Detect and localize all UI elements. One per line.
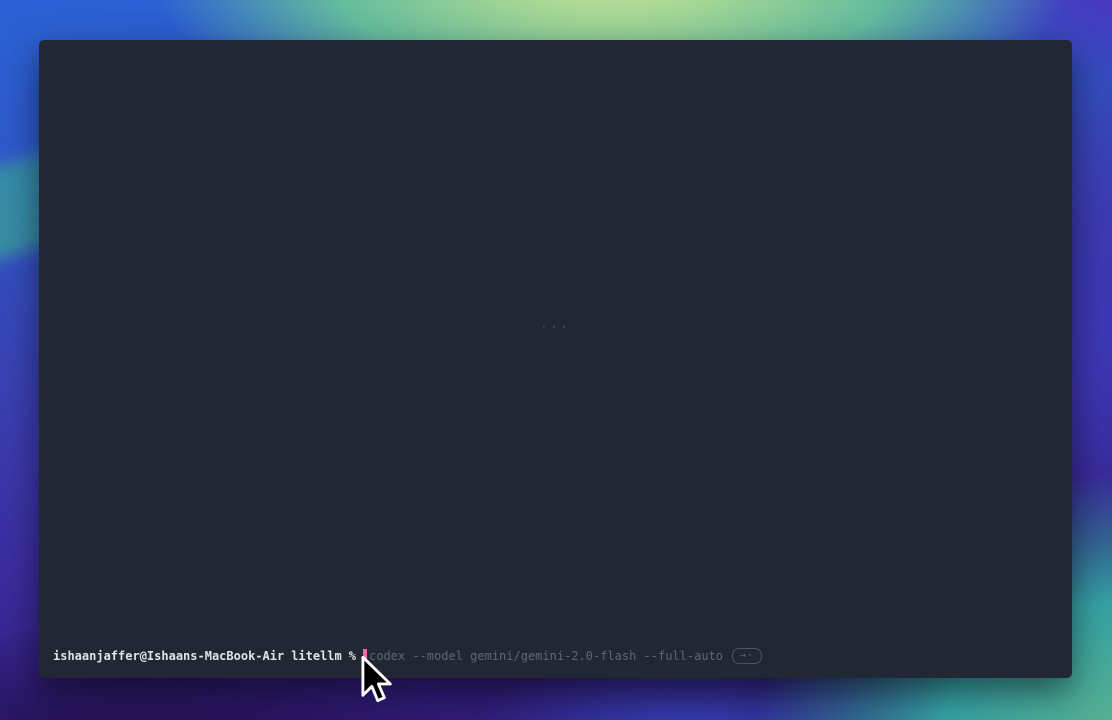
terminal-window[interactable]: ··· ishaanjaffer@Ishaans-MacBook-Air lit… <box>39 40 1072 678</box>
loading-indicator: ··· <box>540 320 571 334</box>
prompt-directory: litellm <box>291 648 342 664</box>
prompt-symbol: % <box>349 648 356 664</box>
text-cursor <box>363 649 367 663</box>
tab-hint-badge: →· <box>732 648 762 664</box>
prompt-line[interactable]: ishaanjaffer@Ishaans-MacBook-Air litellm… <box>53 648 1058 664</box>
autosuggestion-text: codex --model gemini/gemini-2.0-flash --… <box>369 648 723 664</box>
prompt-user-host: ishaanjaffer@Ishaans-MacBook-Air <box>53 648 284 664</box>
